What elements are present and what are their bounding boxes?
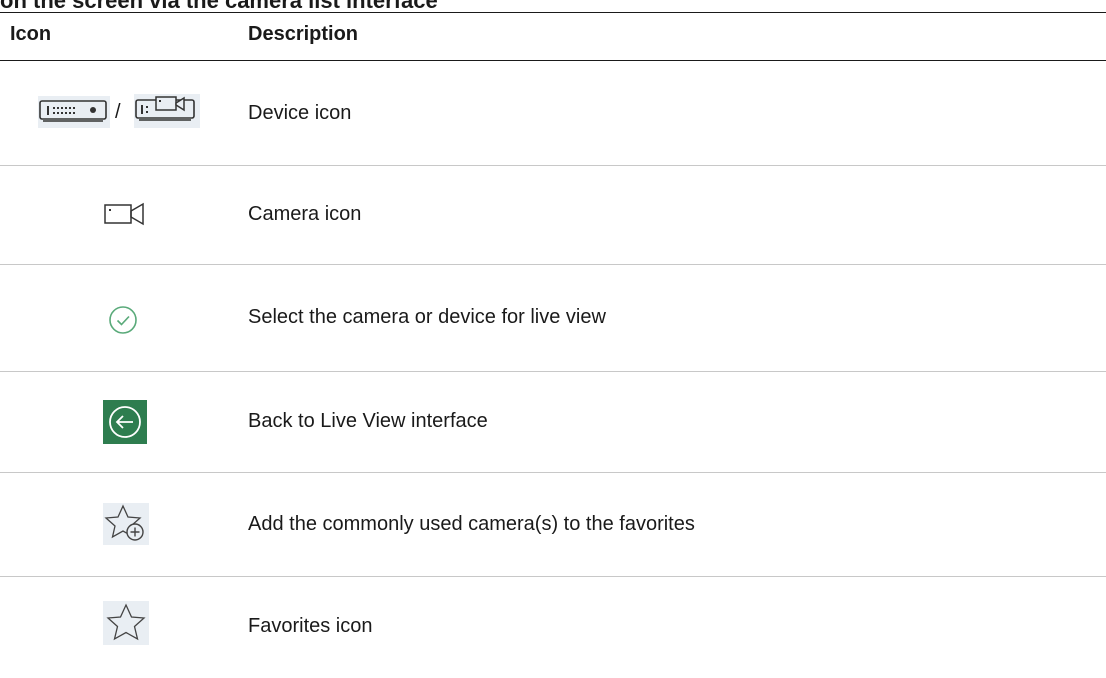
row-description: Add the commonly used camera(s) to the f… <box>248 512 695 535</box>
row-description: Device icon <box>248 101 352 124</box>
column-header-icon: Icon <box>10 23 52 45</box>
icon-separator: / <box>115 101 121 123</box>
table-row: Favorites icon <box>0 576 1106 676</box>
favorites-star-icon <box>103 601 149 645</box>
table-row: Add the commonly used camera(s) to the f… <box>0 472 1106 577</box>
back-arrow-icon <box>103 400 147 444</box>
row-description: Select the camera or device for live vie… <box>248 306 606 328</box>
icon-cell <box>0 472 248 576</box>
icon-cell <box>0 371 248 472</box>
table-row: Back to Live View interface <box>0 371 1106 473</box>
column-header-description: Description <box>248 23 359 45</box>
add-favorite-star-icon <box>103 503 149 545</box>
icon-cell: / <box>0 61 248 165</box>
icon-cell <box>0 165 248 264</box>
table-row: / Device icon <box>0 61 1106 166</box>
select-check-icon <box>109 306 137 334</box>
icon-cell <box>0 576 248 676</box>
table-header: Icon Description <box>0 13 1106 62</box>
icon-cell <box>0 264 248 371</box>
row-description: Favorites icon <box>248 614 373 637</box>
table-row: Camera icon <box>0 165 1106 265</box>
row-description: Camera icon <box>248 203 362 225</box>
table-row: Select the camera or device for live vie… <box>0 264 1106 372</box>
row-description: Back to Live View interface <box>248 410 488 432</box>
dvr-camera-device-icon <box>134 94 200 128</box>
nvr-device-icon <box>38 96 110 128</box>
camera-icon <box>104 202 144 226</box>
